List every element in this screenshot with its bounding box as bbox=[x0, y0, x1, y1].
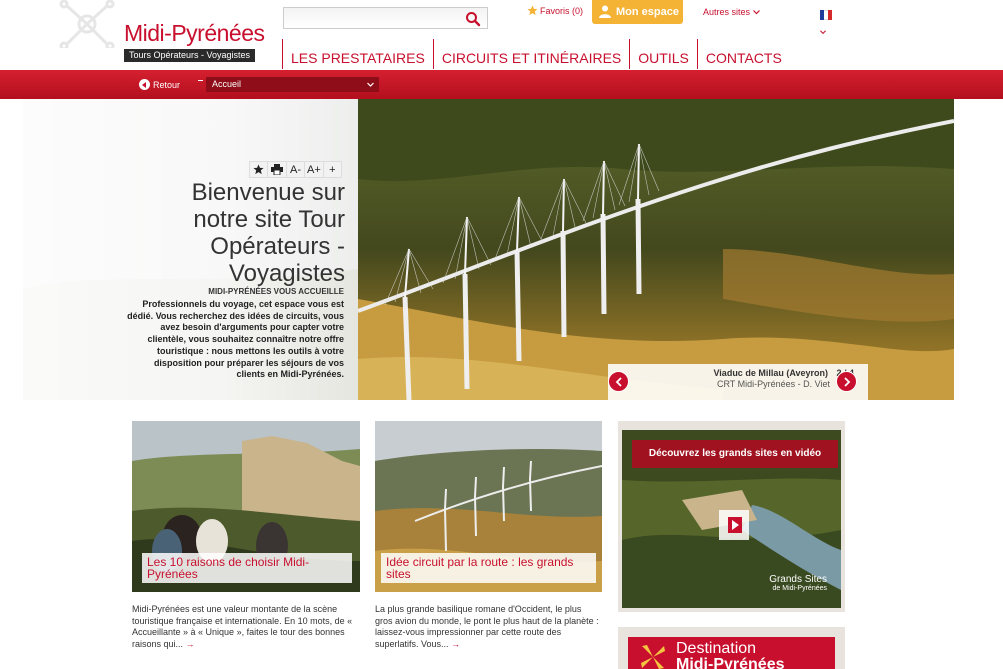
back-arrow-icon bbox=[139, 79, 150, 90]
retour-button[interactable]: Retour bbox=[139, 79, 180, 90]
caption-credit: CRT Midi-Pyrénées - D. Viet bbox=[716, 379, 830, 389]
star-icon bbox=[527, 5, 538, 16]
retour-label: Retour bbox=[153, 80, 181, 90]
hero-text: Professionnels du voyage, cet espace vou… bbox=[127, 299, 344, 380]
slide-caption: Viaduc de Millau (Aveyron) 2 / 4 CRT Mid… bbox=[608, 364, 868, 400]
language-selector[interactable] bbox=[820, 7, 839, 35]
prev-slide-button[interactable] bbox=[608, 371, 629, 392]
chevron-left-icon bbox=[615, 377, 622, 387]
chevron-down-icon bbox=[367, 82, 374, 87]
nav-circuits-itineraires[interactable]: CIRCUITS ET ITINÉRAIRES bbox=[432, 39, 629, 69]
hero-slideshow: A- A+ + Bienvenue sur notre site Tour Op… bbox=[23, 99, 954, 400]
caption-title: Viaduc de Millau (Aveyron) bbox=[713, 368, 828, 378]
chevron-right-icon bbox=[844, 377, 851, 387]
font-increase-tool[interactable]: A+ bbox=[305, 162, 324, 177]
favoris-label: Favoris (0) bbox=[540, 6, 584, 16]
chevron-down-icon bbox=[820, 30, 826, 35]
search-icon[interactable] bbox=[465, 11, 481, 27]
read-more-icon[interactable]: → bbox=[186, 639, 195, 649]
hero-kicker: MIDI-PYRÉNÉES VOUS ACCUEILLE bbox=[208, 287, 344, 296]
card-10-raisons[interactable]: Les 10 raisons de choisir Midi-Pyrénées bbox=[132, 421, 360, 592]
hero-title: Bienvenue sur notre site Tour Opérateurs… bbox=[191, 179, 345, 287]
font-decrease-tool[interactable]: A- bbox=[287, 162, 306, 177]
nav-les-prestataires[interactable]: LES PRESTATAIRES bbox=[282, 39, 433, 69]
next-slide-button[interactable] bbox=[836, 371, 857, 392]
user-icon bbox=[599, 5, 611, 18]
page-select[interactable]: Accueil bbox=[206, 77, 379, 92]
separator bbox=[198, 80, 203, 81]
page-select-value: Accueil bbox=[212, 79, 242, 89]
card-idee-circuit[interactable]: Idée circuit par la route : les grands s… bbox=[375, 421, 602, 592]
search-box bbox=[283, 7, 488, 29]
grands-sites-logo: Grands Sites de Midi-Pyrénées bbox=[769, 574, 827, 593]
occitan-cross-icon bbox=[59, 0, 115, 48]
video-thumbnail: Découvrez les grands sites en vidéo Gran… bbox=[622, 430, 841, 608]
occitan-cross-icon bbox=[641, 645, 665, 669]
print-icon bbox=[271, 164, 284, 176]
destination-line1: Destination bbox=[676, 640, 757, 657]
video-title: Découvrez les grands sites en vidéo bbox=[632, 440, 838, 468]
card-label: Les 10 raisons de choisir Midi-Pyrénées bbox=[142, 553, 352, 583]
nav-contacts[interactable]: CONTACTS bbox=[696, 39, 790, 69]
page-tools: A- A+ + bbox=[249, 161, 342, 178]
page: Midi-Pyrénées Tours Opérateurs - Voyagis… bbox=[0, 0, 1003, 669]
destination-line2: Midi-Pyrénées bbox=[676, 656, 785, 669]
autres-sites-label: Autres sites bbox=[703, 7, 751, 17]
play-icon bbox=[728, 517, 742, 533]
mon-espace-label: Mon espace bbox=[616, 6, 679, 18]
search-input[interactable] bbox=[288, 10, 458, 26]
breadcrumb-bar: Retour Accueil bbox=[0, 70, 1003, 99]
destination-inner: Destination Midi-Pyrénées bbox=[628, 637, 835, 669]
print-tool[interactable] bbox=[268, 162, 287, 177]
main-nav: LES PRESTATAIRES CIRCUITS ET ITINÉRAIRES… bbox=[282, 39, 790, 69]
autres-sites-dropdown[interactable]: Autres sites bbox=[703, 7, 760, 17]
mon-espace-button[interactable]: Mon espace bbox=[592, 0, 683, 24]
star-icon bbox=[253, 164, 264, 175]
read-more-icon[interactable]: → bbox=[451, 639, 460, 649]
chevron-down-icon bbox=[752, 10, 760, 15]
card-description: La plus grande basilique romane d'Occide… bbox=[375, 604, 599, 649]
share-plus-tool[interactable]: + bbox=[324, 162, 341, 177]
destination-banner[interactable]: Destination Midi-Pyrénées bbox=[618, 627, 845, 669]
play-button[interactable] bbox=[719, 510, 749, 540]
card-label: Idée circuit par la route : les grands s… bbox=[381, 553, 596, 583]
favoris-link[interactable]: Favoris (0) bbox=[527, 5, 583, 16]
nav-outils[interactable]: OUTILS bbox=[629, 39, 697, 69]
card-description: Midi-Pyrénées est une valeur montante de… bbox=[132, 604, 353, 649]
video-promo[interactable]: Découvrez les grands sites en vidéo Gran… bbox=[618, 421, 845, 612]
logo-title[interactable]: Midi-Pyrénées bbox=[124, 20, 265, 47]
favorite-tool[interactable] bbox=[250, 162, 269, 177]
logo-subtitle: Tours Opérateurs - Voyagistes bbox=[124, 49, 255, 62]
